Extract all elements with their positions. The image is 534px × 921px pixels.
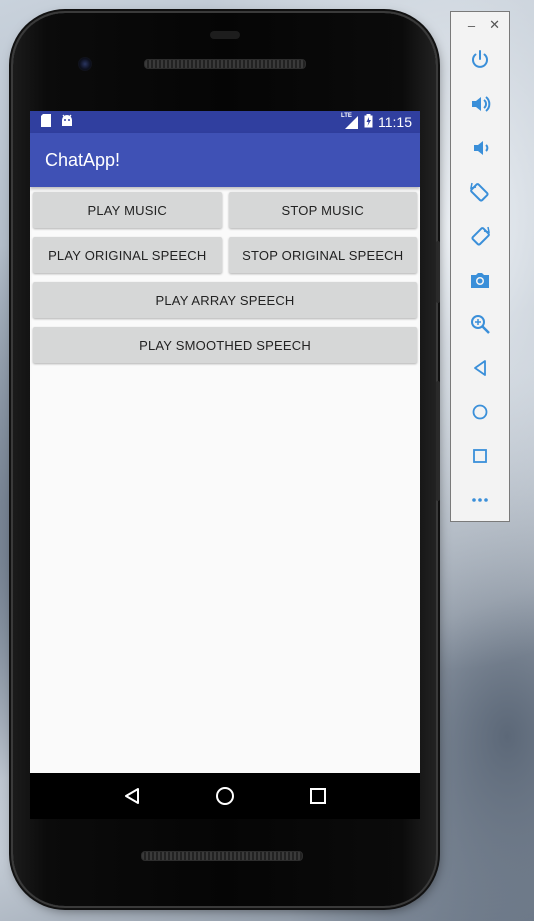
more-icon[interactable] (451, 478, 509, 522)
earpiece (210, 31, 240, 39)
signal-icon: LTE (341, 113, 359, 129)
play-original-speech-button[interactable]: PLAY ORIGINAL SPEECH (33, 237, 222, 273)
toolbar-window-controls: – ✕ (451, 12, 509, 38)
close-icon[interactable]: ✕ (489, 17, 500, 33)
button-row-array-speech: PLAY ARRAY SPEECH (33, 282, 417, 318)
app-bar: ChatApp! (30, 133, 420, 187)
bottom-speaker-grille (141, 851, 303, 861)
power-side-button (436, 241, 440, 303)
button-panel: PLAY MUSIC STOP MUSIC PLAY ORIGINAL SPEE… (30, 187, 420, 363)
minimize-icon[interactable]: – (468, 18, 475, 33)
rotate-left-icon[interactable] (451, 170, 509, 214)
app-title: ChatApp! (45, 149, 121, 170)
camera-icon[interactable] (451, 258, 509, 302)
emulator-phone-frame: LTE 11:15 ChatApp! PLAY MUSIC STOP MUSIC… (13, 13, 440, 906)
battery-icon (364, 113, 373, 131)
volume-down-icon[interactable] (451, 126, 509, 170)
play-music-button[interactable]: PLAY MUSIC (33, 192, 222, 228)
button-row-original-speech: PLAY ORIGINAL SPEECH STOP ORIGINAL SPEEC… (33, 237, 417, 273)
nav-back-icon[interactable] (120, 784, 144, 808)
sd-card-icon (40, 114, 52, 130)
status-bar: LTE 11:15 (30, 111, 420, 133)
volume-side-button (436, 381, 440, 501)
emulator-toolbar: – ✕ (450, 11, 510, 522)
power-icon[interactable] (451, 38, 509, 82)
rotate-right-icon[interactable] (451, 214, 509, 258)
nav-recents-icon[interactable] (306, 784, 330, 808)
android-icon (60, 114, 74, 130)
overview-icon[interactable] (451, 434, 509, 478)
stop-original-speech-button[interactable]: STOP ORIGINAL SPEECH (228, 237, 417, 273)
button-row-music: PLAY MUSIC STOP MUSIC (33, 192, 417, 228)
top-speaker-grille (144, 59, 306, 69)
stop-music-button[interactable]: STOP MUSIC (228, 192, 417, 228)
volume-up-icon[interactable] (451, 82, 509, 126)
device-screen[interactable]: LTE 11:15 ChatApp! PLAY MUSIC STOP MUSIC… (30, 111, 420, 819)
play-array-speech-button[interactable]: PLAY ARRAY SPEECH (33, 282, 417, 318)
back-icon[interactable] (451, 346, 509, 390)
nav-home-icon[interactable] (213, 784, 237, 808)
zoom-icon[interactable] (451, 302, 509, 346)
clock: 11:15 (378, 114, 412, 130)
play-smoothed-speech-button[interactable]: PLAY SMOOTHED SPEECH (33, 327, 417, 363)
navigation-bar (30, 773, 420, 819)
home-icon[interactable] (451, 390, 509, 434)
front-camera-icon (78, 57, 92, 71)
button-row-smoothed-speech: PLAY SMOOTHED SPEECH (33, 327, 417, 363)
